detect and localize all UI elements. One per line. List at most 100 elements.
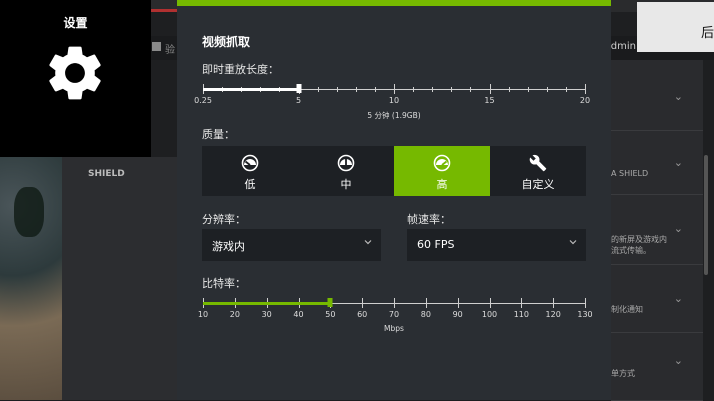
- slider-tick-label: 110: [513, 310, 529, 319]
- chevron-down-icon: [364, 240, 372, 245]
- slider-tick-label: 20: [579, 96, 591, 105]
- slider-minor-tick: [413, 87, 415, 92]
- slider-tick: [553, 298, 555, 308]
- quality-label: 质量：: [202, 128, 235, 141]
- slider-fill: [203, 88, 299, 91]
- slider-tick: [394, 84, 395, 94]
- quality-option-low[interactable]: 低: [202, 146, 298, 196]
- slider-minor-tick: [546, 87, 548, 92]
- slider-tick: [425, 298, 427, 308]
- wrench-icon: [529, 154, 547, 172]
- slider-tick-label: 80: [420, 310, 431, 319]
- slider-tick: [489, 84, 491, 94]
- slider-thumb[interactable]: [296, 84, 301, 93]
- slider-thumb[interactable]: [327, 298, 333, 307]
- slider-tick-label: 60: [357, 310, 368, 319]
- background-panel: SHIELD: [62, 157, 177, 400]
- resolution-dropdown[interactable]: 游戏内: [202, 229, 381, 261]
- bitrate-unit: Mbps: [384, 324, 404, 333]
- slider-minor-tick: [317, 87, 319, 92]
- quality-option-medium[interactable]: 中: [298, 146, 394, 196]
- slider-tick: [457, 298, 459, 308]
- background-row-text: A SHIELD: [611, 169, 649, 178]
- slider-tick-label: 30: [261, 310, 272, 319]
- background-row-text: 的新屏及游戏内 流式传输。: [611, 235, 667, 255]
- background-corner-panel: 后: [637, 2, 714, 52]
- chevron-down-icon: ⌄: [673, 222, 683, 235]
- slider-tick-label: 70: [388, 310, 400, 319]
- chevron-down-icon: [569, 240, 577, 245]
- slider-minor-tick: [336, 87, 338, 92]
- framerate-dropdown[interactable]: 60 FPS: [407, 229, 586, 261]
- slider-minor-tick: [374, 87, 376, 92]
- gauge-high-icon: [433, 154, 451, 172]
- slider-tick: [585, 84, 586, 94]
- background-red-line: [150, 9, 180, 12]
- background-row[interactable]: 单方式 ⌄: [611, 332, 703, 401]
- quality-selector: 低 中 高 自定义: [202, 146, 586, 196]
- quality-option-label: 自定义: [521, 178, 555, 191]
- instant-replay-caption: 5 分钟 (1.9GB): [367, 111, 421, 120]
- background-square-icon: [152, 42, 161, 51]
- slider-tick-label: 20: [229, 310, 240, 319]
- framerate-label: 帧速率：: [407, 213, 451, 226]
- instant-replay-label: 即时重放长度：: [202, 63, 279, 76]
- dialog-title: 视频抓取: [202, 35, 251, 49]
- background-scrollbar[interactable]: [704, 155, 708, 275]
- background-row[interactable]: 制化通知 ⌄: [611, 264, 703, 333]
- slider-tick: [489, 298, 491, 308]
- slider-minor-tick: [432, 87, 434, 92]
- background-row-text: 单方式: [611, 369, 635, 378]
- quality-option-custom[interactable]: 自定义: [490, 146, 586, 196]
- chevron-down-icon: ⌄: [673, 156, 683, 169]
- gauge-low-icon: [241, 154, 259, 172]
- slider-tick-label: 130: [577, 310, 593, 319]
- slider-tick: [585, 298, 586, 308]
- background-row[interactable]: 的新屏及游戏内 流式传输。 ⌄: [611, 194, 703, 265]
- bitrate-label: 比特率：: [202, 277, 246, 290]
- resolution-value: 游戏内: [212, 240, 245, 253]
- slider-minor-tick: [508, 87, 510, 92]
- slider-tick-label: 15: [484, 96, 495, 105]
- slider-tick-label: 10: [388, 96, 400, 105]
- background-shield-label: SHIELD: [88, 169, 125, 179]
- slider-minor-tick: [470, 87, 472, 92]
- chevron-down-icon: ⌄: [673, 292, 683, 305]
- background-row[interactable]: A SHIELD ⌄: [611, 130, 703, 195]
- background-toolbar-text: 验: [165, 45, 175, 56]
- quality-option-label: 高: [436, 178, 448, 191]
- slider-tick-label: 90: [452, 310, 463, 319]
- slider-tick: [394, 298, 395, 308]
- chevron-down-icon: ⌄: [673, 354, 683, 367]
- quality-option-label: 低: [244, 178, 256, 191]
- slider-fill: [203, 302, 331, 305]
- quality-option-label: 中: [340, 178, 352, 191]
- slider-tick-label: 5: [295, 96, 302, 105]
- video-capture-dialog: 视频抓取 即时重放长度： 0.25 5 10 15 20 5 分钟 (1.9GB) 质量…: [177, 0, 611, 400]
- slider-minor-tick: [355, 87, 357, 92]
- background-right-list: ⌄ A SHIELD ⌄ 的新屏及游戏内 流式传输。 ⌄ 制化通知 ⌄ 单方式 ⌄: [611, 60, 703, 401]
- slider-tick-label: 50: [325, 310, 336, 319]
- background-corner-text: 后: [701, 26, 714, 41]
- settings-panel[interactable]: 设置: [0, 0, 151, 157]
- resolution-label: 分辨率：: [202, 213, 246, 226]
- slider-minor-tick: [527, 87, 529, 92]
- background-game-view: [0, 157, 62, 400]
- framerate-value: 60 FPS: [417, 238, 455, 251]
- slider-minor-tick: [451, 87, 453, 92]
- slider-tick-label: 100: [481, 310, 498, 319]
- chevron-down-icon: ⌄: [673, 90, 683, 103]
- background-row[interactable]: ⌄: [611, 60, 703, 131]
- dialog-accent-bar: [177, 0, 611, 6]
- settings-title: 设置: [63, 16, 88, 30]
- slider-tick: [521, 298, 523, 308]
- slider-tick-label: 40: [293, 310, 304, 319]
- gauge-medium-icon: [337, 154, 355, 172]
- background-row-text: 制化通知: [611, 305, 643, 314]
- slider-tick: [362, 298, 364, 308]
- slider-minor-tick: [565, 87, 567, 92]
- slider-tick-label: 0.25: [194, 96, 212, 105]
- gear-icon: [49, 46, 101, 100]
- background-tree: [14, 187, 44, 237]
- quality-option-high[interactable]: 高: [394, 146, 490, 196]
